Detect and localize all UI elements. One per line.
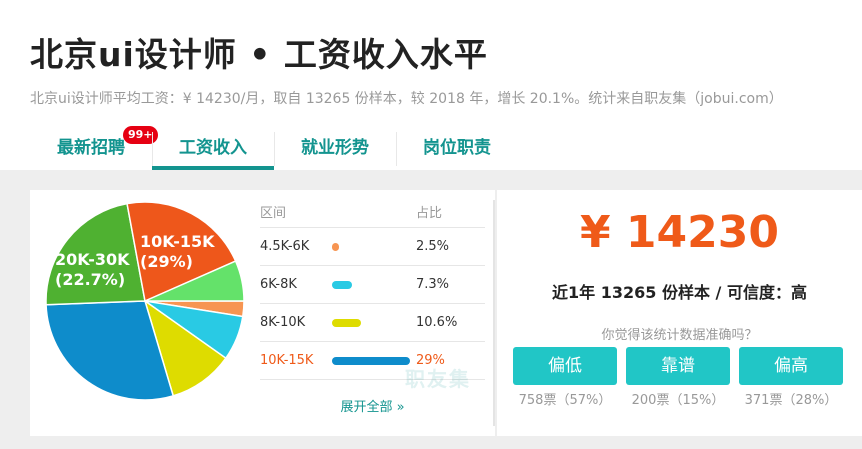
row-range: 8K-10K	[260, 315, 306, 330]
share-bar	[332, 242, 339, 251]
pie-label-range: 10K-15K	[140, 232, 215, 251]
row-range: 4.5K-6K	[260, 239, 310, 254]
pie-label-20k-30k: 20K-30K (22.7%)	[55, 250, 130, 290]
vote-low-button[interactable]: 偏低	[513, 347, 617, 385]
vote-count: 200票（15%）	[631, 393, 725, 408]
accuracy-question: 你觉得该统计数据准确吗？	[601, 328, 758, 343]
vote-reliable-button[interactable]: 靠谱	[626, 347, 730, 385]
expand-all-link[interactable]: 展开全部 »	[260, 396, 485, 415]
row-range: 6K-8K	[260, 277, 297, 292]
column-header-range: 区间	[260, 206, 287, 221]
row-pct: 2.5%	[416, 239, 450, 254]
row-pct: 10.6%	[416, 315, 458, 330]
pie-label-10k-15k: 10K-15K (29%)	[140, 232, 215, 272]
table-row: 6K-8K 7.3%	[260, 266, 485, 304]
row-range: 10K-15K	[260, 353, 314, 368]
vote-group: 偏低 758票（57%） 靠谱 200票（15%） 偏高 371票（28%）	[513, 347, 843, 408]
page-subtitle: 北京ui设计师平均工资：¥ 14230/月，取自 13265 份样本，较 201…	[30, 91, 783, 107]
pie-label-range: 20K-30K	[55, 250, 130, 269]
column-header-share: 占比	[416, 206, 443, 221]
salary-pie-chart	[45, 201, 245, 401]
vote-low: 偏低 758票（57%）	[513, 347, 617, 408]
vote-count: 758票（57%）	[518, 393, 612, 408]
pie-label-pct: (29%)	[140, 252, 193, 271]
watermark-text: 职友集	[405, 367, 471, 391]
card-divider	[493, 200, 495, 426]
share-bar	[332, 280, 352, 289]
share-bar	[332, 356, 410, 365]
vote-high: 偏高 371票（28%）	[739, 347, 843, 408]
tab-label: 岗位职责	[423, 138, 491, 158]
pie-label-pct: (22.7%)	[55, 270, 126, 289]
tab-employment[interactable]: 就业形势	[274, 128, 396, 170]
table-row: 4.5K-6K 2.5%	[260, 228, 485, 266]
table-row: 8K-10K 10.6%	[260, 304, 485, 342]
tab-label: 工资收入	[179, 138, 247, 158]
tab-label: 最新招聘	[57, 138, 125, 158]
tab-bar: 最新招聘 99+ 工资收入 就业形势 岗位职责	[30, 126, 518, 170]
tab-latest-jobs[interactable]: 最新招聘 99+	[30, 126, 158, 170]
vote-high-button[interactable]: 偏高	[739, 347, 843, 385]
tab-salary[interactable]: 工资收入	[152, 128, 274, 170]
vote-count: 371票（28%）	[744, 393, 838, 408]
tab-label: 就业形势	[301, 138, 369, 158]
tab-duties[interactable]: 岗位职责	[396, 128, 518, 170]
distribution-table: 区间 占比 4.5K-6K 2.5% 6K-8K 7.3% 8K-10K 10.…	[260, 200, 485, 380]
average-salary: ¥ 14230	[579, 207, 779, 258]
vote-reliable: 靠谱 200票（15%）	[626, 347, 730, 408]
table-header: 区间 占比	[260, 200, 485, 228]
share-bar	[332, 318, 361, 327]
page-title: 北京ui设计师 • 工资收入水平	[30, 35, 488, 74]
sample-info: 近1年 13265 份样本 / 可信度：高	[552, 283, 807, 302]
row-pct: 7.3%	[416, 277, 450, 292]
